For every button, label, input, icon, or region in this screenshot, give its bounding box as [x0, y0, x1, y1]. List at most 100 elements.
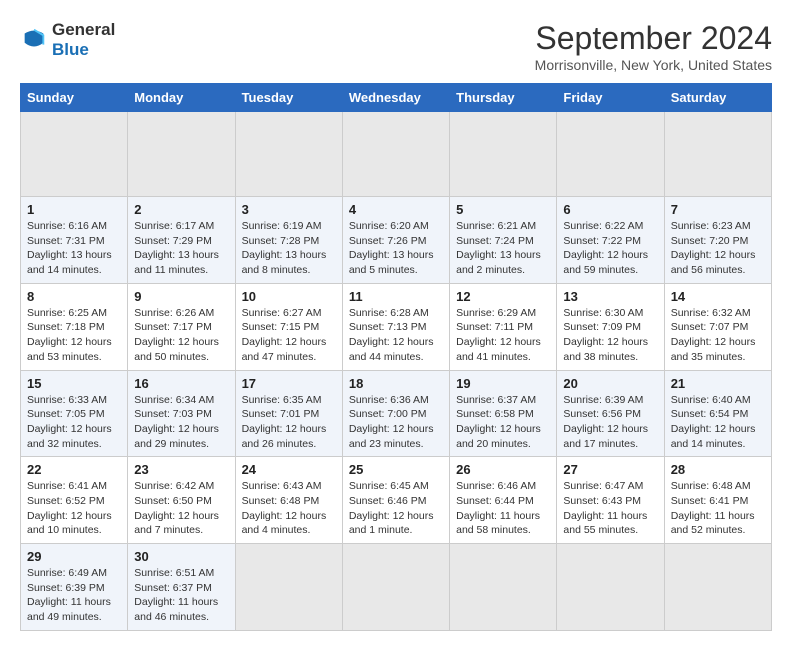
day-info: Sunrise: 6:29 AMSunset: 7:11 PMDaylight:…	[456, 306, 550, 365]
day-info: Sunrise: 6:35 AMSunset: 7:01 PMDaylight:…	[242, 393, 336, 452]
day-number: 4	[349, 202, 443, 217]
day-number: 1	[27, 202, 121, 217]
calendar-table: SundayMondayTuesdayWednesdayThursdayFrid…	[20, 83, 772, 631]
calendar-week-row: 1Sunrise: 6:16 AMSunset: 7:31 PMDaylight…	[21, 197, 772, 284]
calendar-cell: 23Sunrise: 6:42 AMSunset: 6:50 PMDayligh…	[128, 457, 235, 544]
day-number: 6	[563, 202, 657, 217]
calendar-cell: 15Sunrise: 6:33 AMSunset: 7:05 PMDayligh…	[21, 370, 128, 457]
calendar-cell: 5Sunrise: 6:21 AMSunset: 7:24 PMDaylight…	[450, 197, 557, 284]
day-info: Sunrise: 6:41 AMSunset: 6:52 PMDaylight:…	[27, 479, 121, 538]
day-info: Sunrise: 6:28 AMSunset: 7:13 PMDaylight:…	[349, 306, 443, 365]
day-number: 26	[456, 462, 550, 477]
title-block: September 2024 Morrisonville, New York, …	[535, 20, 772, 73]
weekday-header-row: SundayMondayTuesdayWednesdayThursdayFrid…	[21, 84, 772, 112]
day-number: 12	[456, 289, 550, 304]
month-title: September 2024	[535, 20, 772, 57]
calendar-cell: 16Sunrise: 6:34 AMSunset: 7:03 PMDayligh…	[128, 370, 235, 457]
calendar-week-row: 15Sunrise: 6:33 AMSunset: 7:05 PMDayligh…	[21, 370, 772, 457]
day-number: 20	[563, 376, 657, 391]
day-number: 16	[134, 376, 228, 391]
day-info: Sunrise: 6:22 AMSunset: 7:22 PMDaylight:…	[563, 219, 657, 278]
day-number: 10	[242, 289, 336, 304]
page-header: General Blue September 2024 Morrisonvill…	[20, 20, 772, 73]
calendar-cell: 28 Sunrise: 6:48 AMSunset: 6:41 PMDayligh…	[664, 457, 771, 544]
day-info: Sunrise: 6:36 AMSunset: 7:00 PMDaylight:…	[349, 393, 443, 452]
day-info: Sunrise: 6:39 AMSunset: 6:56 PMDaylight:…	[563, 393, 657, 452]
day-number: 5	[456, 202, 550, 217]
day-number: 28	[671, 462, 765, 477]
day-number: 3	[242, 202, 336, 217]
calendar-cell	[450, 112, 557, 197]
calendar-cell: 6 Sunrise: 6:22 AMSunset: 7:22 PMDaylight…	[557, 197, 664, 284]
weekday-header-cell: Friday	[557, 84, 664, 112]
weekday-header-cell: Tuesday	[235, 84, 342, 112]
weekday-header-cell: Monday	[128, 84, 235, 112]
calendar-cell: 21 Sunrise: 6:40 AMSunset: 6:54 PMDayligh…	[664, 370, 771, 457]
calendar-cell: 29Sunrise: 6:49 AMSunset: 6:39 PMDayligh…	[21, 544, 128, 631]
calendar-cell: 18 Sunrise: 6:36 AMSunset: 7:00 PMDayligh…	[342, 370, 449, 457]
calendar-week-row: 22 Sunrise: 6:41 AMSunset: 6:52 PMDayligh…	[21, 457, 772, 544]
calendar-cell: 10 Sunrise: 6:27 AMSunset: 7:15 PMDayligh…	[235, 283, 342, 370]
day-info: Sunrise: 6:42 AMSunset: 6:50 PMDaylight:…	[134, 479, 228, 538]
logo-text: General Blue	[52, 20, 115, 60]
calendar-cell: 22 Sunrise: 6:41 AMSunset: 6:52 PMDayligh…	[21, 457, 128, 544]
calendar-cell: 3 Sunrise: 6:19 AMSunset: 7:28 PMDaylight…	[235, 197, 342, 284]
day-info: Sunrise: 6:19 AMSunset: 7:28 PMDaylight:…	[242, 219, 336, 278]
calendar-cell: 19Sunrise: 6:37 AMSunset: 6:58 PMDayligh…	[450, 370, 557, 457]
calendar-cell: 17 Sunrise: 6:35 AMSunset: 7:01 PMDayligh…	[235, 370, 342, 457]
calendar-cell: 9Sunrise: 6:26 AMSunset: 7:17 PMDaylight…	[128, 283, 235, 370]
calendar-week-row: 8 Sunrise: 6:25 AMSunset: 7:18 PMDaylight…	[21, 283, 772, 370]
logo-icon	[20, 26, 48, 54]
day-info: Sunrise: 6:17 AMSunset: 7:29 PMDaylight:…	[134, 219, 228, 278]
day-info: Sunrise: 6:40 AMSunset: 6:54 PMDaylight:…	[671, 393, 765, 452]
calendar-cell	[128, 112, 235, 197]
day-info: Sunrise: 6:49 AMSunset: 6:39 PMDaylight:…	[27, 566, 121, 625]
day-number: 17	[242, 376, 336, 391]
calendar-cell: 12 Sunrise: 6:29 AMSunset: 7:11 PMDayligh…	[450, 283, 557, 370]
calendar-cell: 26Sunrise: 6:46 AMSunset: 6:44 PMDayligh…	[450, 457, 557, 544]
day-info: Sunrise: 6:48 AMSunset: 6:41 PMDaylight:…	[671, 479, 765, 538]
calendar-cell: 27Sunrise: 6:47 AMSunset: 6:43 PMDayligh…	[557, 457, 664, 544]
calendar-cell: 25 Sunrise: 6:45 AMSunset: 6:46 PMDayligh…	[342, 457, 449, 544]
day-number: 21	[671, 376, 765, 391]
day-number: 9	[134, 289, 228, 304]
calendar-cell	[450, 544, 557, 631]
calendar-body: 1Sunrise: 6:16 AMSunset: 7:31 PMDaylight…	[21, 112, 772, 631]
calendar-cell	[235, 112, 342, 197]
calendar-week-row: 29Sunrise: 6:49 AMSunset: 6:39 PMDayligh…	[21, 544, 772, 631]
logo: General Blue	[20, 20, 115, 60]
day-info: Sunrise: 6:43 AMSunset: 6:48 PMDaylight:…	[242, 479, 336, 538]
day-info: Sunrise: 6:33 AMSunset: 7:05 PMDaylight:…	[27, 393, 121, 452]
calendar-cell	[664, 112, 771, 197]
day-number: 8	[27, 289, 121, 304]
day-info: Sunrise: 6:45 AMSunset: 6:46 PMDaylight:…	[349, 479, 443, 538]
day-number: 18	[349, 376, 443, 391]
calendar-cell	[21, 112, 128, 197]
day-info: Sunrise: 6:37 AMSunset: 6:58 PMDaylight:…	[456, 393, 550, 452]
day-number: 13	[563, 289, 657, 304]
weekday-header-cell: Sunday	[21, 84, 128, 112]
day-info: Sunrise: 6:30 AMSunset: 7:09 PMDaylight:…	[563, 306, 657, 365]
day-number: 22	[27, 462, 121, 477]
weekday-header-cell: Wednesday	[342, 84, 449, 112]
day-number: 25	[349, 462, 443, 477]
calendar-cell: 30Sunrise: 6:51 AMSunset: 6:37 PMDayligh…	[128, 544, 235, 631]
calendar-cell: 4 Sunrise: 6:20 AMSunset: 7:26 PMDaylight…	[342, 197, 449, 284]
calendar-cell: 14Sunrise: 6:32 AMSunset: 7:07 PMDayligh…	[664, 283, 771, 370]
calendar-cell: 1Sunrise: 6:16 AMSunset: 7:31 PMDaylight…	[21, 197, 128, 284]
weekday-header-cell: Saturday	[664, 84, 771, 112]
calendar-cell: 7Sunrise: 6:23 AMSunset: 7:20 PMDaylight…	[664, 197, 771, 284]
day-number: 24	[242, 462, 336, 477]
calendar-cell	[235, 544, 342, 631]
calendar-cell	[557, 112, 664, 197]
day-info: Sunrise: 6:27 AMSunset: 7:15 PMDaylight:…	[242, 306, 336, 365]
day-info: Sunrise: 6:20 AMSunset: 7:26 PMDaylight:…	[349, 219, 443, 278]
day-number: 14	[671, 289, 765, 304]
day-number: 11	[349, 289, 443, 304]
calendar-cell	[664, 544, 771, 631]
location: Morrisonville, New York, United States	[535, 57, 772, 73]
calendar-cell: 2Sunrise: 6:17 AMSunset: 7:29 PMDaylight…	[128, 197, 235, 284]
calendar-week-row	[21, 112, 772, 197]
calendar-cell	[557, 544, 664, 631]
day-info: Sunrise: 6:25 AMSunset: 7:18 PMDaylight:…	[27, 306, 121, 365]
